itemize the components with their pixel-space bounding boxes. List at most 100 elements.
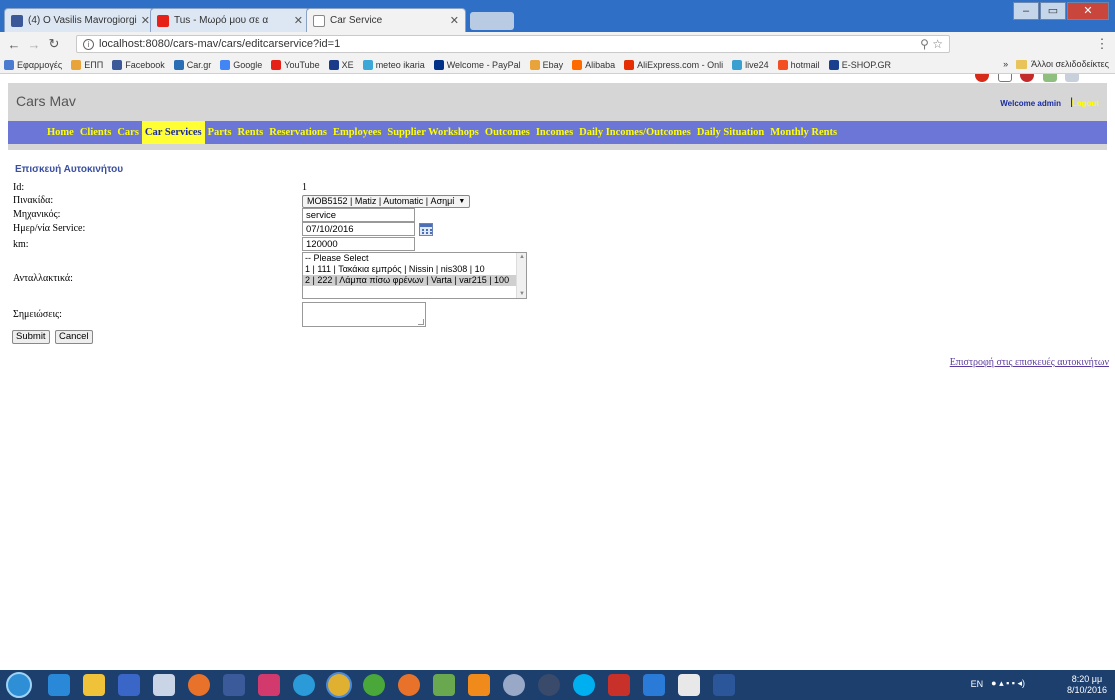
back-to-car-services-link[interactable]: Επιστροφή στις επισκευές αυτοκινήτων xyxy=(950,357,1109,368)
bookmark-cargr[interactable]: Car.gr xyxy=(173,59,211,70)
fs-icon[interactable] xyxy=(258,674,280,696)
parts-listbox[interactable]: -- Please Select 1 | 111 | Τακάκια εμπρό… xyxy=(302,252,527,299)
tab-title: Tus - Μωρό μου σε α xyxy=(174,15,269,26)
forward-arrow-icon[interactable]: → xyxy=(24,37,44,52)
eject-icon[interactable] xyxy=(188,674,210,696)
browser-tab-facebook[interactable]: (4) O Vasilis Mavrogiorgi ✕ xyxy=(4,8,154,32)
dropbox-icon[interactable] xyxy=(643,674,665,696)
bookmark-aliexpress[interactable]: AliExpress.com - Onli xyxy=(624,59,723,70)
minimize-button[interactable]: – xyxy=(1013,2,1039,20)
bookmark-facebook[interactable]: Facebook xyxy=(112,59,165,70)
bookmark-meteo[interactable]: meteo ikaria xyxy=(362,59,425,70)
clock-date: 8/10/2016 xyxy=(1066,685,1107,695)
menu-dots-icon[interactable]: ⋮ xyxy=(1092,36,1112,52)
steam-icon[interactable] xyxy=(538,674,560,696)
chrome-icon[interactable] xyxy=(328,674,350,696)
apps-icon xyxy=(4,59,14,70)
word-icon[interactable] xyxy=(713,674,735,696)
bookmark-epp[interactable]: ΕΠΠ xyxy=(71,59,103,70)
menu-clients[interactable]: Clients xyxy=(77,121,115,144)
maximize-button[interactable]: ▭ xyxy=(1040,2,1066,20)
menu-outcomes[interactable]: Outcomes xyxy=(482,121,533,144)
system-clock[interactable]: 8:20 μμ 8/10/2016 xyxy=(1067,674,1107,696)
reload-icon[interactable]: ↻ xyxy=(44,36,64,52)
menu-cars[interactable]: Cars xyxy=(114,121,142,144)
mechanic-input[interactable] xyxy=(302,208,415,222)
start-button[interactable] xyxy=(6,672,32,698)
skype-icon[interactable] xyxy=(573,674,595,696)
url-bar[interactable]: i localhost:8080/cars-mav/cars/editcarse… xyxy=(76,35,950,53)
browser-tab-bar: (4) O Vasilis Mavrogiorgi ✕ Tus - Μωρό μ… xyxy=(0,0,1115,32)
bookmarks-more-button[interactable]: » xyxy=(1003,59,1008,69)
logout-link[interactable]: Logout xyxy=(1072,99,1099,108)
close-icon[interactable]: ✕ xyxy=(446,14,459,27)
menu-rents[interactable]: Rents xyxy=(235,121,267,144)
close-icon[interactable]: ✕ xyxy=(137,14,150,27)
info-icon[interactable]: i xyxy=(83,38,94,50)
vlc-icon[interactable] xyxy=(468,674,490,696)
plate-select[interactable]: MOB5152 | Matiz | Automatic | Ασημί ▼ xyxy=(302,195,471,208)
tools-icon[interactable] xyxy=(433,674,455,696)
window-controls: – ▭ ✕ xyxy=(1012,2,1109,20)
menu-parts[interactable]: Parts xyxy=(205,121,235,144)
bookmark-alibaba[interactable]: Alibaba xyxy=(572,59,615,70)
browser-tab-youtube[interactable]: Tus - Μωρό μου σε α ✕ xyxy=(150,8,310,32)
cancel-button[interactable]: Cancel xyxy=(55,330,93,344)
close-icon[interactable]: ✕ xyxy=(290,14,303,27)
parts-option-selected[interactable]: 2 | 222 | Λάμπα πίσω φρένων | Varta | va… xyxy=(303,275,516,286)
media-icon[interactable] xyxy=(503,674,525,696)
bookmark-apps[interactable]: Εφαρμογές xyxy=(4,59,62,70)
firefox-icon[interactable] xyxy=(398,674,420,696)
menu-supplier-workshops[interactable]: Supplier Workshops xyxy=(384,121,482,144)
browser-tab-car-service[interactable]: Car Service ✕ xyxy=(306,8,466,32)
notes-textarea[interactable] xyxy=(302,302,426,327)
calendar-icon[interactable] xyxy=(419,223,433,236)
mechanic-label: Μηχανικός: xyxy=(13,209,61,220)
listbox-scrollbar[interactable]: ▲ ▼ xyxy=(516,253,526,298)
zoom-star-icons[interactable]: ⚲ ☆ xyxy=(920,37,943,51)
parts-option[interactable]: 1 | 111 | Τακάκια εμπρός | Nissin | nis3… xyxy=(303,264,516,275)
paint-icon[interactable] xyxy=(153,674,175,696)
menu-employees[interactable]: Employees xyxy=(330,121,384,144)
plate-select-value: MOB5152 | Matiz | Automatic | Ασημί xyxy=(307,196,455,206)
parts-option[interactable]: -- Please Select xyxy=(303,253,516,264)
google-icon xyxy=(220,59,231,70)
window-close-button[interactable]: ✕ xyxy=(1067,2,1109,20)
menu-home[interactable]: Home xyxy=(44,121,77,144)
bookmark-google[interactable]: Google xyxy=(220,59,262,70)
menu-daily-situation[interactable]: Daily Situation xyxy=(694,121,767,144)
bookmark-live24[interactable]: live24 xyxy=(732,59,769,70)
menu-car-services[interactable]: Car Services xyxy=(141,121,205,144)
chrome-remote-icon[interactable] xyxy=(48,674,70,696)
file-explorer-icon[interactable] xyxy=(83,674,105,696)
new-tab-button[interactable] xyxy=(470,12,514,30)
back-arrow-icon[interactable]: ← xyxy=(4,37,24,52)
java-icon[interactable] xyxy=(678,674,700,696)
bookmark-hotmail[interactable]: hotmail xyxy=(777,59,820,70)
menu-daily-incomes-outcomes[interactable]: Daily Incomes/Outcomes xyxy=(576,121,694,144)
menu-monthly-rents[interactable]: Monthly Rents xyxy=(767,121,840,144)
scroll-up-icon[interactable]: ▲ xyxy=(519,254,525,260)
scroll-down-icon[interactable]: ▼ xyxy=(519,291,525,297)
other-bookmarks[interactable]: » Άλλοι σελιδοδείκτες xyxy=(1003,59,1109,69)
tray-icons[interactable]: ● ▴ ▪ ▪ ◂) xyxy=(991,678,1025,689)
menu-incomes[interactable]: Incomes xyxy=(533,121,576,144)
network-icon[interactable] xyxy=(223,674,245,696)
menu-reservations[interactable]: Reservations xyxy=(266,121,330,144)
utorrent-icon[interactable] xyxy=(363,674,385,696)
bookmark-paypal[interactable]: Welcome - PayPal xyxy=(433,59,521,70)
internet-explorer-icon[interactable] xyxy=(293,674,315,696)
url-text: localhost:8080/cars-mav/cars/editcarserv… xyxy=(99,38,341,50)
km-input[interactable] xyxy=(302,237,415,251)
facebook-icon xyxy=(11,14,23,27)
site-header: Cars Mav Welcome admin | Logout xyxy=(8,83,1107,121)
bookmark-ebay[interactable]: Ebay xyxy=(529,59,563,70)
media-player-icon[interactable] xyxy=(118,674,140,696)
filezilla-icon[interactable] xyxy=(608,674,630,696)
bookmark-eshop[interactable]: E-SHOP.GR xyxy=(828,59,891,70)
submit-button[interactable]: Submit xyxy=(12,330,50,344)
language-indicator[interactable]: EN xyxy=(971,679,984,689)
service-date-input[interactable] xyxy=(302,222,415,236)
bookmark-xe[interactable]: XE xyxy=(328,59,354,70)
bookmark-youtube[interactable]: YouTube xyxy=(271,59,320,70)
